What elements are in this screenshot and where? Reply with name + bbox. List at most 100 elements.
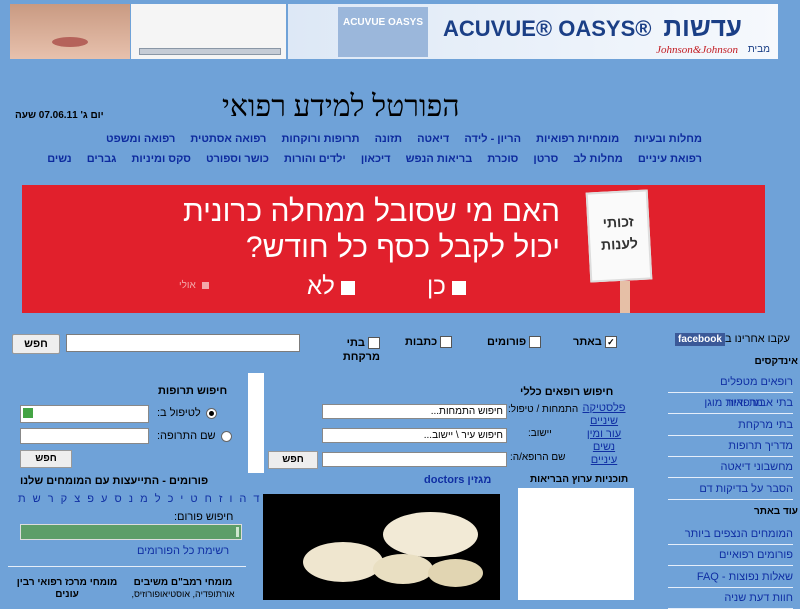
search-input[interactable]: [66, 334, 300, 352]
sign-pole: [620, 281, 630, 313]
search-scope-forums[interactable]: פורומים: [487, 336, 542, 349]
magazine-title[interactable]: מגזין doctors: [424, 474, 491, 486]
product-box-image: ACUVUE OASYS: [338, 7, 428, 57]
page-title: הפורטל למידע רפואי: [222, 90, 460, 123]
checkbox-icon[interactable]: [529, 336, 542, 349]
nav-link[interactable]: רפואה אסתטית: [190, 133, 266, 145]
ad-answer-no[interactable]: לא: [307, 273, 355, 301]
doctor-search-button[interactable]: חפש: [268, 451, 318, 469]
nav-link[interactable]: סקס ומיניות: [131, 153, 191, 165]
sidebar-item[interactable]: הסבר על בדיקות דם: [668, 480, 793, 500]
sidebar-item[interactable]: בתי אבות ודיור מוגן מרפאות: [668, 394, 793, 414]
radio-icon[interactable]: [220, 430, 232, 442]
nav-link[interactable]: בריאות הנפש: [406, 153, 473, 165]
all-forums-link[interactable]: רשימת כל הפורומים: [137, 545, 229, 557]
search-scope-articles[interactable]: כתבות: [405, 336, 453, 349]
more-heading: עוד באתר: [754, 506, 798, 517]
search-button[interactable]: חפש: [12, 334, 60, 354]
forum-alphabet[interactable]: א ב ג ד ה ו ז ח ט י כ ל מ נ ס ע פ צ ק ר …: [18, 493, 301, 505]
forum-search-label: חיפוש פורום:: [174, 511, 234, 523]
sidebar-item[interactable]: חוות דעת שניה: [668, 589, 793, 609]
specialty-input[interactable]: חיפוש התמחות...: [322, 404, 507, 419]
city-label: יישוב:: [528, 428, 552, 439]
city-input[interactable]: חיפוש עיר \ יישוב...: [322, 428, 507, 443]
nav-link[interactable]: הריון - לידה: [464, 133, 521, 145]
drug-search-button[interactable]: חפש: [20, 450, 72, 468]
facebook-follow[interactable]: עקבו אחרינו בfacebook: [671, 333, 790, 346]
cheese-wheel: [383, 512, 478, 557]
facebook-icon[interactable]: facebook: [675, 333, 725, 346]
doctor-name-label: שם הרופא/ה:: [510, 452, 566, 463]
nav-link[interactable]: דיאטה: [417, 133, 449, 145]
input-scrollbar: [236, 527, 239, 537]
magazine-cheese-image[interactable]: [263, 494, 500, 600]
cheese-bowl: [373, 554, 433, 584]
date-line: יום ג' 07.06.11 שעה: [15, 110, 104, 121]
radio-selected-icon[interactable]: [205, 407, 217, 419]
dropdown-arrow-icon[interactable]: [23, 408, 33, 418]
search-scope-pharmacies[interactable]: בתי מרקחת: [320, 336, 380, 364]
sidebar-item[interactable]: מחשבוני דיאטה: [668, 458, 793, 478]
drug-name-input[interactable]: [20, 428, 149, 444]
doctor-search-title: חיפוש רופאים כללי: [520, 386, 614, 398]
nav-link[interactable]: תזונה: [375, 133, 402, 145]
sidebar-item[interactable]: המומחים הנצפים ביותר: [668, 525, 793, 545]
cheese-plate: [303, 542, 383, 582]
specialty-label: התמחות / טיפול:: [508, 404, 579, 415]
specialty-link[interactable]: עיניים: [582, 454, 626, 467]
drug-option-treat[interactable]: לטיפול ב:: [157, 407, 217, 419]
nav-link[interactable]: דיכאון: [361, 153, 391, 165]
checkbox-icon[interactable]: [440, 336, 453, 349]
ad-by: מבית: [747, 44, 770, 55]
search-scope-site[interactable]: ✓ באתר: [573, 336, 617, 349]
sidebar-item[interactable]: שאלות נפוצות - FAQ: [668, 568, 793, 588]
forum-search-input[interactable]: [20, 524, 242, 540]
nav-link[interactable]: מחלות לב: [573, 153, 622, 165]
yes-square: [451, 280, 466, 295]
treatment-select[interactable]: [20, 405, 149, 423]
nav-link[interactable]: תרופות ורוקחות: [281, 133, 359, 145]
red-ad-banner[interactable]: זכותי לענות האם מי שסובל ממחלה כרונית יכ…: [22, 185, 765, 313]
sidebar-item[interactable]: רופאים מטפלים: [668, 373, 793, 393]
ad-answer-yes[interactable]: כן: [427, 273, 466, 301]
specialty-link[interactable]: שיניים: [582, 415, 626, 428]
sidebar-item[interactable]: פורומים רפואיים: [668, 546, 793, 566]
nav-link[interactable]: ילדים והורות: [284, 153, 346, 165]
banner-face-image: [10, 4, 130, 59]
ad-brand: ACUVUE® OASYS®: [443, 16, 652, 41]
banner-white-panel: [131, 4, 286, 59]
doctor-name-input[interactable]: [322, 452, 507, 467]
nav-link[interactable]: סוכרת: [487, 153, 518, 165]
nav-link[interactable]: סרטן: [533, 153, 558, 165]
ad-question-line-1: האם מי שסובל ממחלה כרונית: [183, 195, 560, 228]
right-sidebar: עקבו אחרינו בfacebook אינדקסים רופאים מט…: [640, 330, 800, 609]
divider: [8, 566, 246, 567]
nav-row-1: מחלות ובעיות מומחיות רפואיות הריון - ליד…: [94, 133, 702, 145]
nav-link[interactable]: כושר וספורט: [206, 153, 269, 165]
ad-answer-maybe[interactable]: אולי: [179, 280, 209, 291]
nav-link[interactable]: רפואה ומשפט: [106, 133, 175, 145]
nav-link[interactable]: נשים: [47, 153, 71, 165]
nav-link[interactable]: מחלות ובעיות: [634, 133, 702, 145]
white-separator-line: [260, 375, 262, 470]
ad-maker: Johnson&Johnson: [656, 44, 738, 56]
checkbox-icon[interactable]: [368, 337, 380, 350]
nav-link[interactable]: רפואת עיניים: [638, 153, 702, 165]
acuvue-ad-banner[interactable]: ACUVUE OASYS ACUVUE® OASYS® עדשות Johnso…: [288, 4, 778, 59]
nav-link[interactable]: מומחיות רפואיות: [536, 133, 619, 145]
specialty-link[interactable]: עור ומין: [582, 428, 626, 441]
rabin-experts-title[interactable]: מומחי מרכז רפואי רבין עונים: [12, 577, 122, 601]
ramam-experts-title[interactable]: מומחי רמב"ם משיבים: [128, 577, 238, 589]
nav-link[interactable]: גברים: [87, 153, 117, 165]
nav-row-2: רפואת עיניים מחלות לב סרטן סוכרת בריאות …: [35, 153, 702, 165]
ad-hebrew-text: עדשות: [663, 12, 742, 42]
checkbox-checked-icon[interactable]: ✓: [604, 336, 617, 349]
drug-option-name[interactable]: שם התרופה:: [157, 430, 232, 442]
index-heading: אינדקסים: [754, 356, 798, 367]
sidebar-item[interactable]: מדריך תרופות: [668, 437, 793, 457]
specialty-link[interactable]: פלסטיקה: [582, 402, 626, 415]
health-programs-box[interactable]: [518, 488, 634, 600]
health-programs-title: תוכניות ערוץ הבריאות: [530, 474, 629, 485]
specialty-link[interactable]: נשים: [582, 441, 626, 454]
sidebar-item[interactable]: בתי מרקחת: [668, 416, 793, 436]
